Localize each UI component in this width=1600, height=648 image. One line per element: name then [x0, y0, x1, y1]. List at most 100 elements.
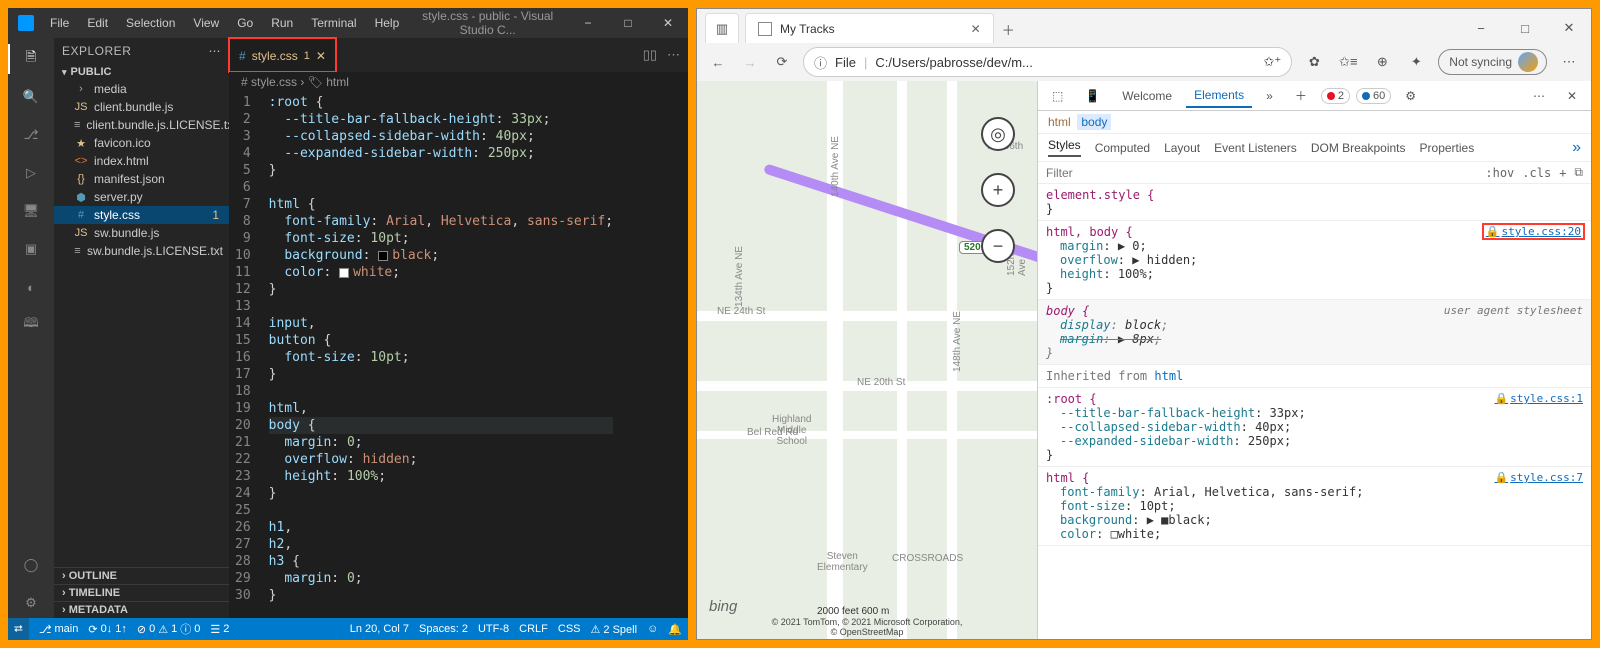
toggle-panel-button[interactable]: ⧉: [1574, 165, 1583, 180]
menu-file[interactable]: File: [42, 12, 77, 34]
panel-tab[interactable]: Event Listeners: [1214, 141, 1297, 155]
file-item[interactable]: ≡client.bundle.js.LICENSE.txt: [54, 116, 229, 134]
hov-button[interactable]: :hov: [1485, 166, 1514, 180]
more-panels-icon[interactable]: »: [1572, 139, 1581, 157]
window-min-button[interactable]: −: [568, 8, 608, 38]
panel-tab[interactable]: Layout: [1164, 141, 1200, 155]
breadcrumb[interactable]: # style.css › 🏷 html: [229, 72, 688, 92]
window-min-button[interactable]: −: [1459, 13, 1503, 43]
locate-button[interactable]: ◎: [981, 117, 1015, 151]
back-button[interactable]: ←: [707, 55, 729, 70]
lang-indicator[interactable]: CSS: [558, 623, 581, 635]
source-control-icon[interactable]: ⎇: [16, 120, 46, 150]
indent-indicator[interactable]: Spaces: 2: [419, 623, 468, 635]
site-info-icon[interactable]: ⓘ: [814, 53, 827, 72]
devtools-breadcrumb[interactable]: html body: [1038, 111, 1591, 134]
info-count[interactable]: 60: [1356, 88, 1391, 104]
edge-icon[interactable]: ◐: [16, 272, 46, 302]
css-rule[interactable]: 🔒style.css:7html {font-family: Arial, He…: [1038, 467, 1591, 546]
menu-help[interactable]: Help: [367, 12, 408, 34]
spell-indicator[interactable]: ⚠ 2 Spell: [591, 623, 638, 636]
devtools-tab-welcome[interactable]: Welcome: [1114, 85, 1180, 107]
branch-indicator[interactable]: ⎇ main: [39, 623, 79, 636]
browser-tab[interactable]: My Tracks ✕: [745, 13, 994, 43]
file-item[interactable]: {}manifest.json: [54, 170, 229, 188]
problems-indicator[interactable]: ⊘0 ⚠1 ⓘ0: [137, 621, 200, 637]
map[interactable]: NE 36th NE 24th St NE 20th St Bel Red Rd…: [697, 81, 1037, 639]
devtools-settings-icon[interactable]: ⚙: [1397, 85, 1424, 107]
profile-button[interactable]: Not syncing: [1438, 49, 1547, 75]
remote-indicator[interactable]: ⮂: [8, 618, 29, 640]
explorer-root[interactable]: ▾PUBLIC: [54, 64, 229, 80]
book-icon[interactable]: 🕮: [16, 310, 46, 340]
sidebar-section[interactable]: › TIMELINE: [54, 584, 229, 601]
split-editor-icon[interactable]: ▯▯: [643, 47, 657, 63]
forward-button[interactable]: →: [739, 55, 761, 70]
tab-close-icon[interactable]: ✕: [316, 49, 326, 63]
reload-button[interactable]: ⟳: [771, 54, 793, 70]
browser-more-icon[interactable]: ⋯: [1557, 54, 1581, 70]
panel-tab[interactable]: DOM Breakpoints: [1311, 141, 1406, 155]
window-close-button[interactable]: ✕: [1547, 13, 1591, 43]
eol-indicator[interactable]: CRLF: [519, 623, 548, 635]
encoding-indicator[interactable]: UTF-8: [478, 623, 509, 635]
file-item[interactable]: JSsw.bundle.js: [54, 224, 229, 242]
styles-filter-input[interactable]: [1046, 166, 1477, 180]
devtools-more-tabs[interactable]: »: [1258, 85, 1281, 107]
explorer-icon[interactable]: 🗎: [16, 44, 46, 74]
menu-go[interactable]: Go: [229, 12, 261, 34]
sync-indicator[interactable]: ⟳ 0↓ 1↑: [88, 623, 127, 636]
address-bar[interactable]: ⓘ File | C:/Users/pabrosse/dev/m... ✩⁺: [803, 47, 1292, 77]
device-icon[interactable]: 📱: [1077, 85, 1108, 107]
menu-view[interactable]: View: [185, 12, 227, 34]
bell-icon[interactable]: 🔔: [668, 623, 682, 636]
tab-close-icon[interactable]: ✕: [971, 22, 981, 36]
window-close-button[interactable]: ✕: [648, 8, 688, 38]
file-item[interactable]: <>index.html: [54, 152, 229, 170]
source-link[interactable]: 🔒style.css:7: [1494, 471, 1583, 484]
menu-selection[interactable]: Selection: [118, 12, 183, 34]
file-item[interactable]: JSclient.bundle.js: [54, 98, 229, 116]
sidebar-section[interactable]: › OUTLINE: [54, 567, 229, 584]
remote-icon[interactable]: 🖥: [16, 196, 46, 226]
source-link[interactable]: 🔒style.css:1: [1494, 392, 1583, 405]
panel-tab[interactable]: Computed: [1095, 141, 1150, 155]
css-rule[interactable]: 🔒style.css:20html, body {margin: ▶ 0;ove…: [1038, 221, 1591, 300]
cursor-position[interactable]: Ln 20, Col 7: [350, 623, 409, 635]
zoom-in-button[interactable]: +: [981, 173, 1015, 207]
explorer-more-icon[interactable]: ⋯: [209, 44, 222, 58]
devtools-tab-elements[interactable]: Elements: [1186, 84, 1252, 108]
ext2-icon[interactable]: ✦: [1404, 54, 1428, 70]
zoom-out-button[interactable]: −: [981, 229, 1015, 263]
sidebar-section[interactable]: › METADATA: [54, 601, 229, 618]
settings-icon[interactable]: ⚙: [16, 588, 46, 618]
code-text[interactable]: :root { --title-bar-fallback-height: 33p…: [261, 92, 613, 618]
window-max-button[interactable]: □: [608, 8, 648, 38]
file-item[interactable]: ⬢server.py: [54, 188, 229, 206]
favorite-icon[interactable]: ✩⁺: [1264, 54, 1282, 70]
inspect-icon[interactable]: ⬚: [1044, 85, 1071, 107]
css-rule[interactable]: user agent stylesheetbody {display: bloc…: [1038, 300, 1591, 365]
file-item[interactable]: ›media: [54, 80, 229, 98]
window-max-button[interactable]: □: [1503, 13, 1547, 43]
menu-edit[interactable]: Edit: [79, 12, 116, 34]
run-debug-icon[interactable]: ▷: [16, 158, 46, 188]
new-tab-button[interactable]: ＋: [994, 16, 1023, 43]
source-link[interactable]: 🔒style.css:20: [1484, 225, 1583, 238]
devtools-close-icon[interactable]: ✕: [1559, 85, 1585, 107]
file-item[interactable]: ≡sw.bundle.js.LICENSE.txt: [54, 242, 229, 260]
extensions-icon[interactable]: ✿: [1302, 54, 1326, 70]
tab-style-css[interactable]: # style.css 1 ✕: [229, 38, 336, 72]
menu-run[interactable]: Run: [263, 12, 301, 34]
account-icon[interactable]: ◯: [16, 550, 46, 580]
new-rule-button[interactable]: +: [1559, 166, 1566, 180]
panel-tab[interactable]: Properties: [1420, 141, 1475, 155]
menu-terminal[interactable]: Terminal: [303, 12, 364, 34]
panel-tab[interactable]: Styles: [1048, 138, 1081, 157]
file-item[interactable]: ★favicon.ico: [54, 134, 229, 152]
collections-icon[interactable]: ⊕: [1370, 54, 1394, 70]
extensions-icon[interactable]: ▣: [16, 234, 46, 264]
cls-button[interactable]: .cls: [1522, 166, 1551, 180]
favorites-icon[interactable]: ✩≡: [1336, 54, 1360, 70]
tab-actions-icon[interactable]: ▥: [705, 13, 739, 43]
